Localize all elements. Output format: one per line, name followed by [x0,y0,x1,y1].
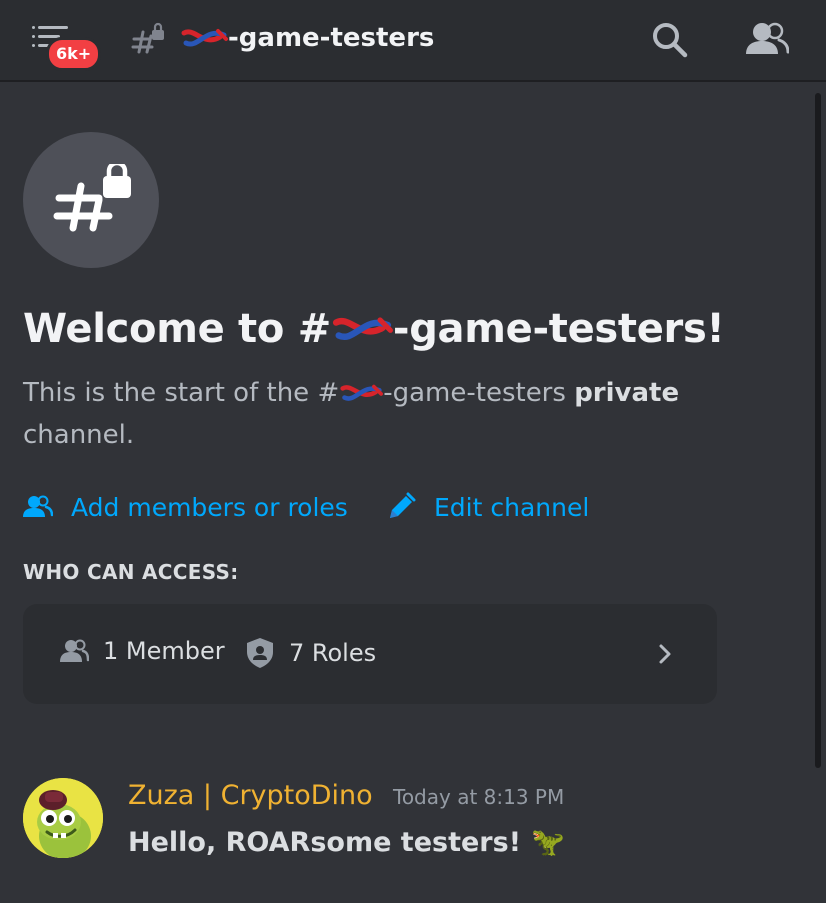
welcome-title: Welcome to # -game-testers! [23,302,725,356]
access-card[interactable]: 1 Member 7 Roles [23,604,717,704]
members-icon [60,639,89,662]
add-members-icon [23,495,53,517]
app: 6k+ -game-testers Welcome to # -game-tes… [0,0,826,903]
message-timestamp: Today at 8:13 PM [393,785,565,809]
search-icon [653,23,688,58]
dino-avatar-icon [23,778,103,858]
welcome-title-prefix: Welcome to # [23,306,331,352]
welcome-title-suffix: -game-testers! [392,306,725,352]
knot-emoji-icon [332,317,393,340]
message-author[interactable]: Zuza | CryptoDino [128,778,373,814]
channel-name: -game-testers [228,23,435,53]
welcome-desc-private: private [574,378,680,408]
welcome-desc-suffix: channel. [23,420,135,450]
search-button[interactable] [650,20,690,60]
add-members-label: Add members or roles [71,492,348,522]
knot-emoji-icon [340,384,384,401]
welcome-description: This is the start of the # -game-testers… [23,372,723,456]
notification-badge[interactable]: 6k+ [46,37,102,71]
pencil-icon [390,492,416,518]
shield-icon [247,638,273,668]
knot-emoji-icon [181,29,228,47]
avatar[interactable] [23,778,103,858]
access-members: 1 Member [59,637,225,665]
channel-avatar [23,132,159,268]
access-roles-label: 7 Roles [289,639,377,667]
scrollbar[interactable] [815,93,821,768]
chevron-right-icon [659,644,671,664]
message-text: Hello, ROARsome testers! 🦖 [128,824,565,862]
hash-lock-icon [53,164,131,232]
message-body: Hello, ROARsome testers! [128,827,522,858]
welcome-desc-prefix: This is the start of the # [23,378,340,408]
edit-channel-label: Edit channel [434,492,590,522]
access-heading: WHO CAN ACCESS: [23,560,239,584]
members-button[interactable] [743,20,790,60]
hash-lock-icon [131,22,164,54]
trex-emoji: 🦖 [531,827,565,858]
channel-title[interactable]: -game-testers [180,20,434,56]
top-bar: 6k+ -game-testers [0,0,826,82]
welcome-desc-channel: -game-testers [383,378,566,408]
access-roles: 7 Roles [245,637,376,669]
edit-channel-button[interactable]: Edit channel [386,488,589,526]
members-icon [746,22,790,54]
access-members-label: 1 Member [103,637,225,665]
add-members-button[interactable]: Add members or roles [23,488,348,526]
